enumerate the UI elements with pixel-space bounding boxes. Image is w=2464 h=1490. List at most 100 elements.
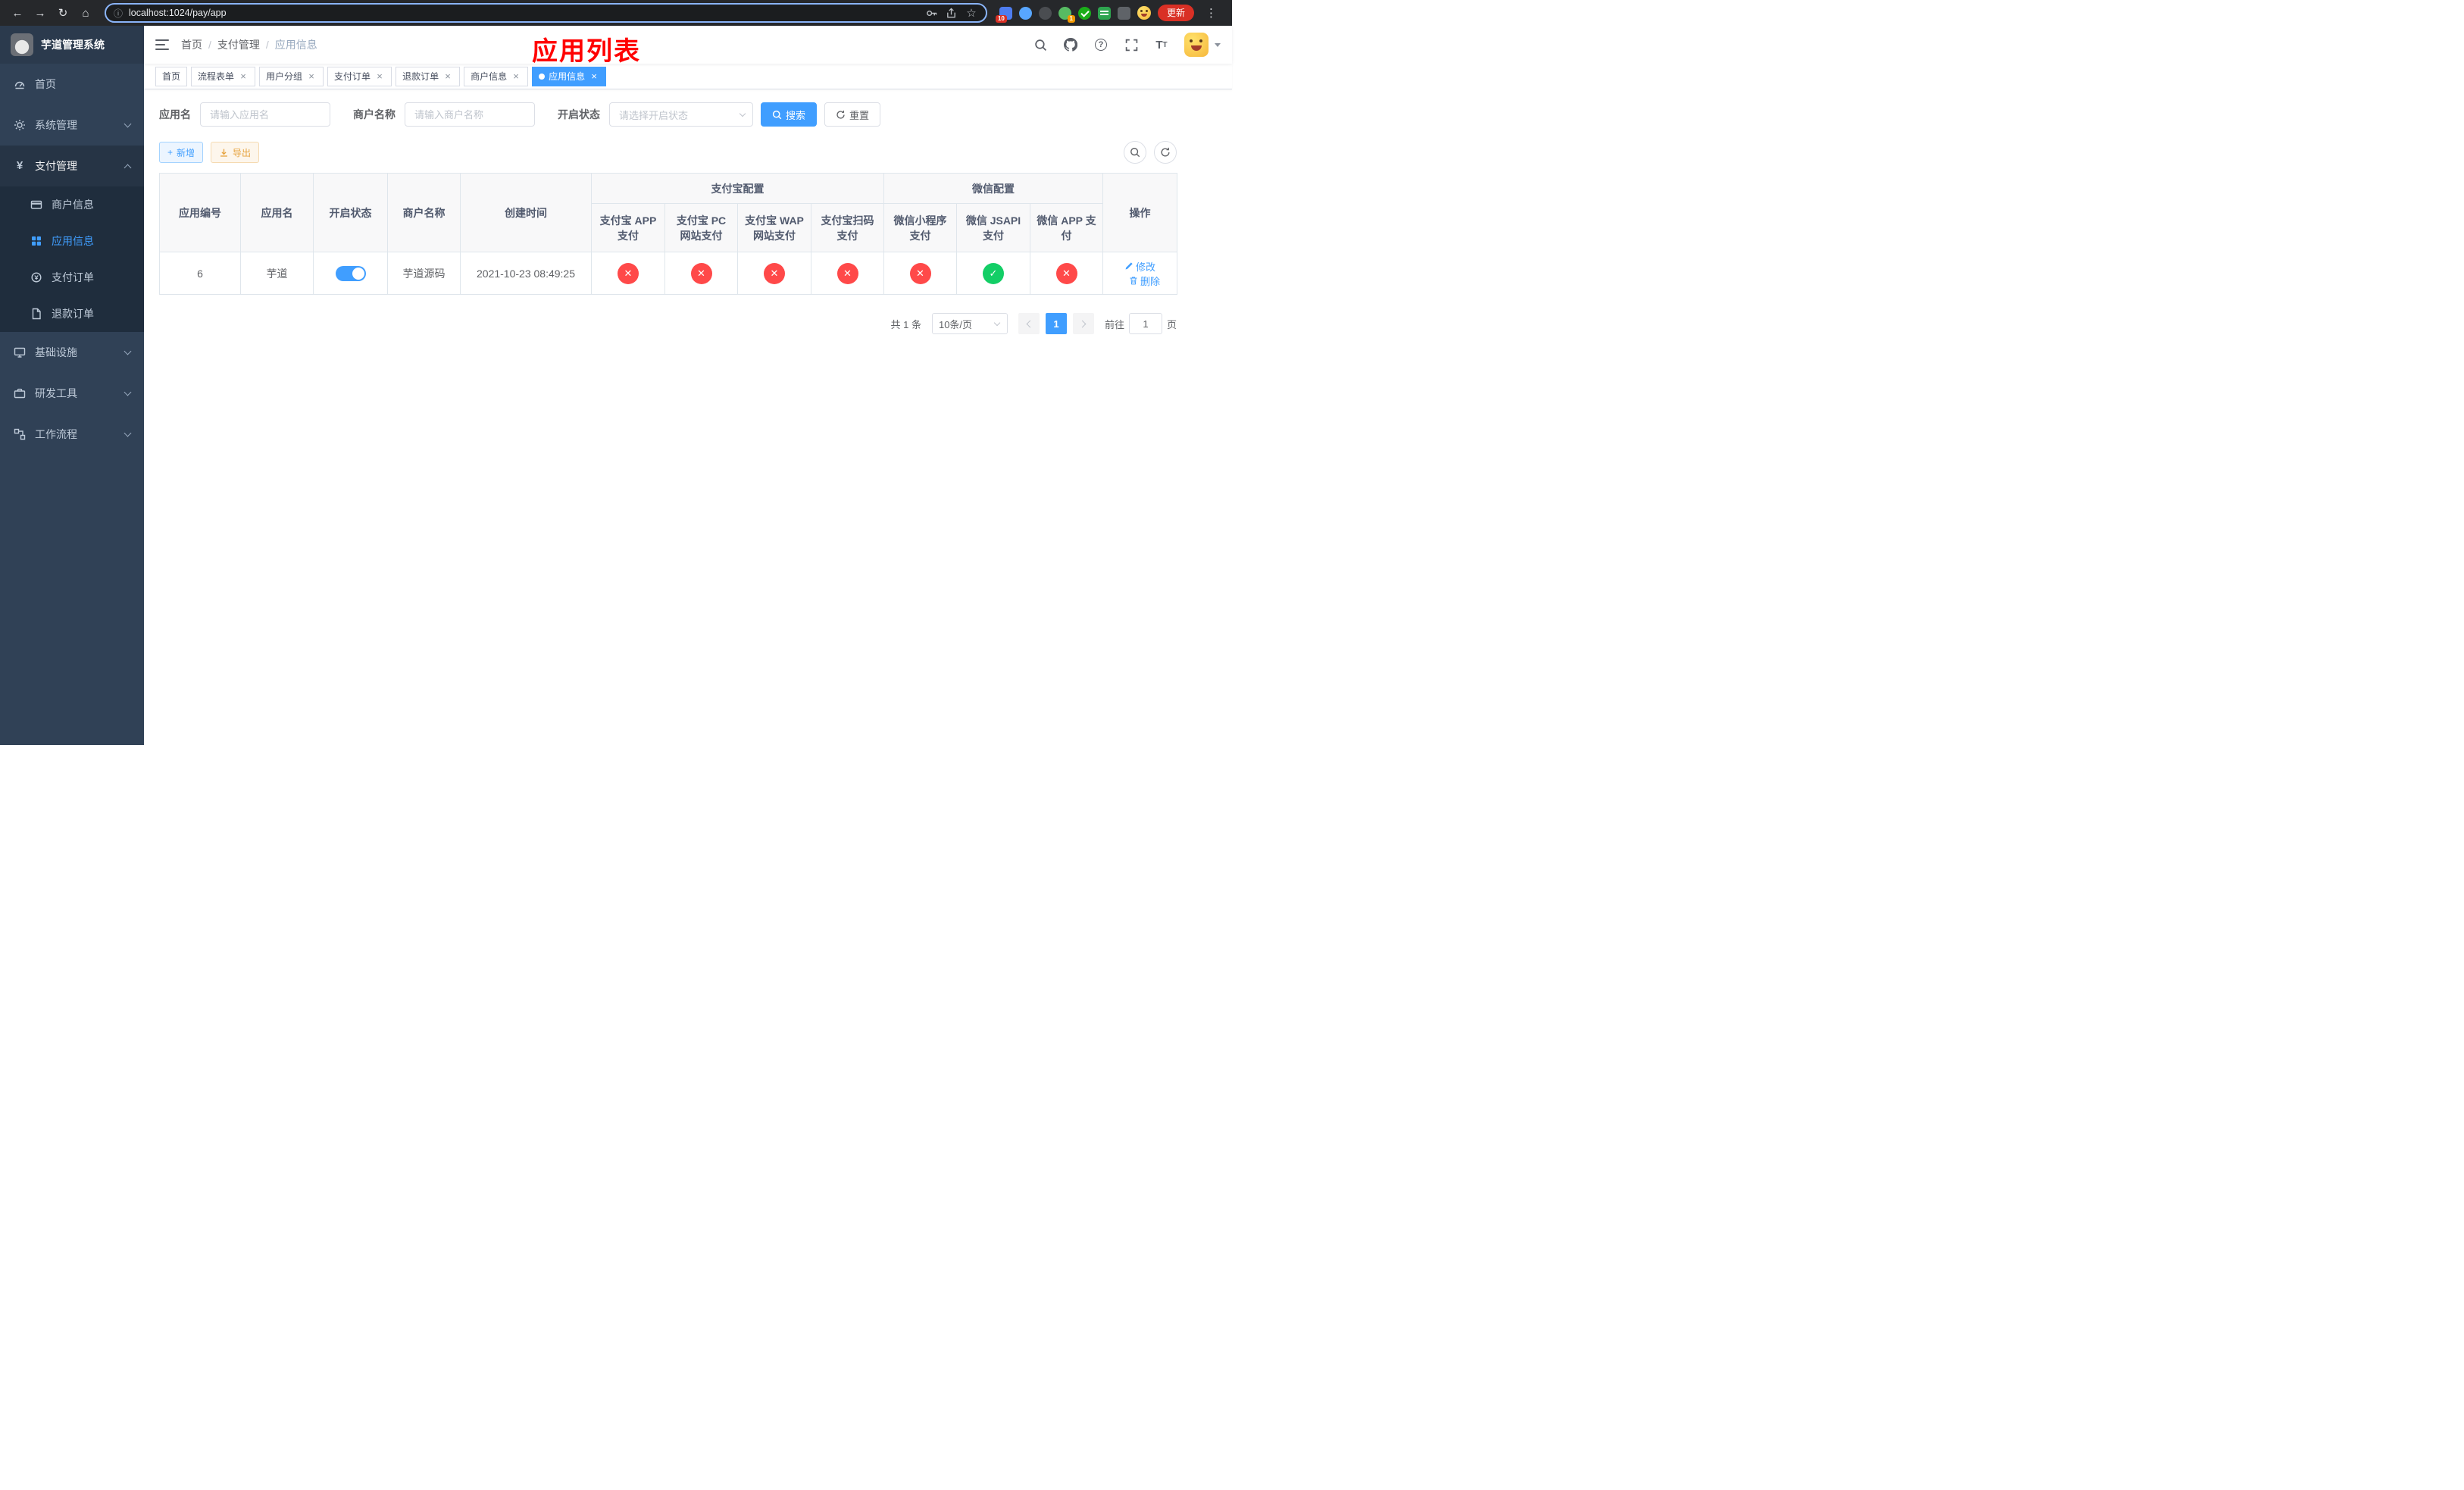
chevron-down-icon	[739, 110, 746, 117]
status-badge: ✕	[690, 262, 712, 284]
col-header-app-id: 应用编号	[159, 173, 241, 252]
browser-home-icon[interactable]: ⌂	[76, 3, 95, 23]
address-bar[interactable]: ⓘ localhost:1024/pay/app ☆	[105, 3, 987, 23]
chevron-right-icon	[1078, 320, 1087, 327]
status-badge: ✕	[1055, 262, 1077, 284]
col-group-alipay: 支付宝配置	[591, 173, 884, 204]
refresh-icon	[1161, 147, 1170, 157]
password-key-icon[interactable]	[925, 6, 939, 20]
search-button[interactable]: 搜索	[761, 102, 818, 127]
close-icon[interactable]: ×	[511, 71, 521, 82]
delete-link[interactable]: 删除	[1129, 274, 1160, 288]
tag-home[interactable]: 首页	[155, 66, 188, 86]
extension-badge: 10	[995, 14, 1007, 23]
goto-page-input[interactable]	[1128, 313, 1162, 334]
status-select[interactable]: 请选择开启状态	[609, 102, 753, 127]
sidebar-item-system[interactable]: 系统管理	[0, 105, 144, 146]
url-text[interactable]: localhost:1024/pay/app	[129, 8, 919, 18]
col-group-wechat: 微信配置	[883, 173, 1104, 204]
merchant-name-label: 商户名称	[353, 108, 396, 121]
add-button[interactable]: + 新增	[159, 142, 204, 163]
chevron-down-icon	[124, 120, 132, 128]
tag-refund-order[interactable]: 退款订单 ×	[396, 66, 461, 86]
browser-forward-icon[interactable]: →	[30, 3, 50, 23]
status-badge: ✕	[618, 262, 639, 284]
browser-chrome: ← → ↻ ⌂ ⓘ localhost:1024/pay/app ☆ 10 1 …	[0, 0, 1232, 26]
close-icon[interactable]: ×	[374, 71, 385, 82]
extension-avatar-icon[interactable]: 1	[1058, 6, 1075, 23]
close-icon[interactable]: ×	[589, 71, 599, 82]
tag-pay-order[interactable]: 支付订单 ×	[327, 66, 392, 86]
browser-profile-avatar[interactable]	[1137, 6, 1151, 20]
tag-process-form[interactable]: 流程表单 ×	[191, 66, 256, 86]
extension-notes-icon[interactable]	[1097, 6, 1111, 20]
github-icon[interactable]	[1063, 37, 1078, 52]
tags-view-bar: 首页 流程表单 × 用户分组 × 支付订单 × 退款订单 × 商户信息 × 应用信息 ×	[144, 64, 1232, 89]
tag-user-group[interactable]: 用户分组 ×	[259, 66, 324, 86]
page-number-1[interactable]: 1	[1045, 313, 1067, 334]
col-header-actions: 操作	[1102, 173, 1178, 252]
sidebar-menu: 首页 系统管理 ¥ 支付管理 商户信息 应用信息 支付订单 退款订单 基础设施 …	[0, 64, 144, 745]
header-search-icon[interactable]	[1033, 37, 1048, 52]
status-badge: ✕	[836, 262, 858, 284]
sidebar-item-pay-order[interactable]: 支付订单	[0, 259, 144, 296]
sidebar: 芋道管理系统 首页 系统管理 ¥ 支付管理 商户信息 应用信息 支付订单 退款订…	[0, 26, 144, 745]
grid-icon	[32, 236, 41, 246]
sidebar-toggle-icon[interactable]	[155, 39, 169, 50]
close-icon[interactable]: ×	[442, 71, 453, 82]
font-size-icon[interactable]: TT	[1154, 37, 1169, 52]
page-size-select[interactable]: 10条/页	[931, 313, 1008, 334]
app-logo[interactable]: 芋道管理系统	[0, 26, 144, 64]
sidebar-item-dev-tools[interactable]: 研发工具	[0, 373, 144, 414]
sidebar-item-refund-order[interactable]: 退款订单	[0, 296, 144, 332]
sidebar-item-app-info[interactable]: 应用信息	[0, 223, 144, 259]
share-icon[interactable]	[945, 6, 958, 20]
col-header-wx-app: 微信 APP 支付	[1029, 203, 1104, 252]
breadcrumb-payment[interactable]: 支付管理	[217, 37, 260, 52]
status-toggle[interactable]	[335, 265, 366, 281]
status-label: 开启状态	[558, 108, 600, 121]
browser-back-icon[interactable]: ←	[8, 3, 27, 23]
toggle-search-button[interactable]	[1124, 141, 1146, 164]
breadcrumb-home[interactable]: 首页	[181, 37, 202, 52]
extension-puzzle-icon[interactable]: 10	[995, 6, 1012, 23]
status-badge: ✓	[983, 262, 1004, 284]
bookmark-star-icon[interactable]: ☆	[965, 6, 978, 20]
close-icon[interactable]: ×	[306, 71, 317, 82]
sidebar-item-merchant-info[interactable]: 商户信息	[0, 186, 144, 223]
sidebar-item-infra[interactable]: 基础设施	[0, 332, 144, 373]
sidebar-item-workflow[interactable]: 工作流程	[0, 414, 144, 455]
tag-app-info[interactable]: 应用信息 ×	[532, 66, 607, 86]
extension-pin-icon[interactable]	[1117, 6, 1130, 20]
table-toolbar: + 新增 导出	[159, 141, 1177, 164]
extension-dark-icon[interactable]	[1038, 6, 1052, 20]
cell-app-id: 6	[159, 252, 241, 295]
goto-label: 前往	[1104, 318, 1124, 330]
app-name-input[interactable]	[200, 102, 330, 127]
prev-page-button[interactable]	[1018, 313, 1040, 334]
edit-link[interactable]: 修改	[1124, 259, 1155, 274]
site-info-icon[interactable]: ⓘ	[114, 7, 123, 20]
apps-table: 应用编号 应用名 开启状态 商户名称 创建时间 支付宝配置 微信配置 操作 支付…	[159, 173, 1178, 295]
extension-drop-icon[interactable]	[1018, 6, 1032, 20]
browser-reload-icon[interactable]: ↻	[53, 3, 73, 23]
gear-icon	[14, 120, 25, 130]
toolbox-icon	[14, 388, 26, 399]
browser-update-button[interactable]: 更新	[1157, 5, 1194, 21]
merchant-name-input[interactable]	[405, 102, 535, 127]
sidebar-item-home[interactable]: 首页	[0, 64, 144, 105]
reset-button[interactable]: 重置	[824, 102, 881, 127]
browser-menu-icon[interactable]: ⋮	[1201, 6, 1221, 20]
extension-check-icon[interactable]	[1077, 6, 1091, 20]
close-icon[interactable]: ×	[238, 71, 249, 82]
next-page-button[interactable]	[1072, 313, 1094, 334]
tag-merchant-info[interactable]: 商户信息 ×	[464, 66, 529, 86]
export-button[interactable]: 导出	[211, 142, 260, 163]
sidebar-item-payment[interactable]: ¥ 支付管理	[0, 146, 144, 186]
help-icon[interactable]: ?	[1093, 37, 1108, 52]
fullscreen-icon[interactable]	[1124, 37, 1139, 52]
search-icon	[772, 110, 782, 119]
credit-card-icon	[30, 200, 42, 209]
refresh-table-button[interactable]	[1154, 141, 1177, 164]
user-menu[interactable]	[1184, 33, 1221, 57]
